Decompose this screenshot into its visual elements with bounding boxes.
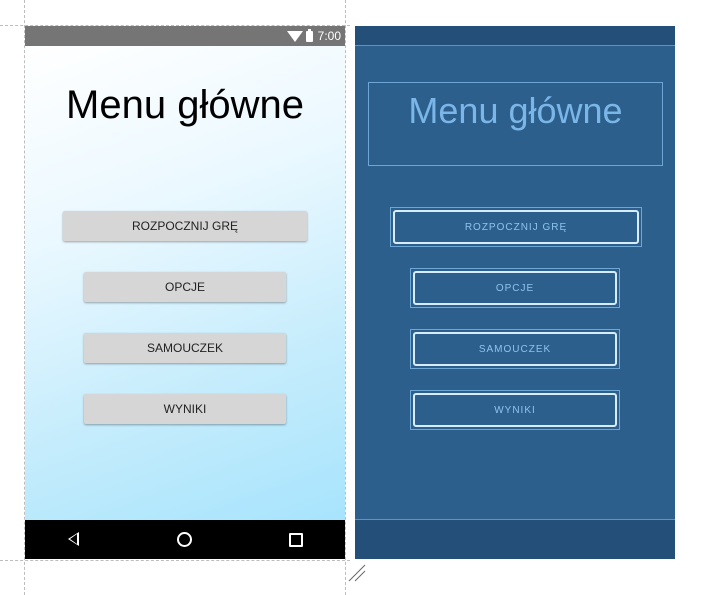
status-time: 7:00 (317, 29, 341, 43)
back-icon[interactable] (68, 532, 79, 546)
status-bar: 7:00 (25, 26, 345, 46)
home-icon[interactable] (177, 532, 192, 547)
guide-right (345, 0, 346, 595)
blueprint-start-button[interactable]: ROZPOCZNIJ GRĘ (390, 207, 642, 247)
results-button[interactable]: WYNIKI (84, 394, 286, 424)
screen-content: Menu główne ROZPOCZNIJ GRĘ OPCJE SAMOUCZ… (25, 46, 345, 520)
page-title: Menu główne (66, 83, 304, 127)
design-preview: 7:00 Menu główne ROZPOCZNIJ GRĘ OPCJE SA… (25, 26, 345, 559)
blueprint-tutorial-button[interactable]: SAMOUCZEK (410, 329, 620, 369)
options-button[interactable]: OPCJE (84, 272, 286, 302)
battery-icon (305, 28, 313, 42)
blueprint-title: Menu główne (408, 90, 623, 131)
blueprint-preview: Menu główne ROZPOCZNIJ GRĘ OPCJE SAMOUCZ… (355, 26, 675, 559)
blueprint-results-button[interactable]: WYNIKI (410, 390, 620, 430)
resize-handle-icon[interactable] (347, 563, 367, 583)
recents-icon[interactable] (289, 533, 303, 547)
blueprint-start-label: ROZPOCZNIJ GRĘ (393, 210, 639, 244)
blueprint-title-box[interactable]: Menu główne (368, 82, 663, 166)
blueprint-navigation-bar (355, 519, 675, 559)
navigation-bar (25, 520, 345, 559)
blueprint-options-button[interactable]: OPCJE (410, 268, 620, 308)
blueprint-options-label: OPCJE (413, 271, 617, 305)
wifi-icon (286, 31, 303, 42)
blueprint-status-bar (355, 26, 675, 46)
blueprint-results-label: WYNIKI (413, 393, 617, 427)
tutorial-button[interactable]: SAMOUCZEK (84, 333, 286, 363)
blueprint-tutorial-label: SAMOUCZEK (413, 332, 617, 366)
guide-bottom (0, 560, 350, 561)
start-game-button[interactable]: ROZPOCZNIJ GRĘ (63, 211, 307, 241)
